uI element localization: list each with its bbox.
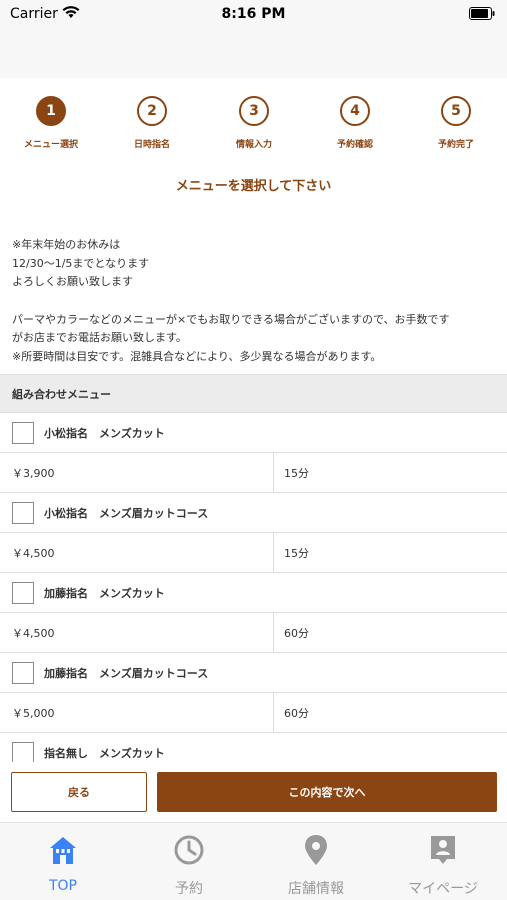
notice-line: 12/30〜1/5までとなります (12, 256, 150, 270)
map-pin-icon (305, 835, 327, 865)
navigation-bar (0, 30, 507, 78)
menu-name: 指名無し メンズカット (44, 746, 165, 760)
tab-label: TOP (48, 878, 77, 894)
clock-icon (174, 835, 204, 865)
menu-item[interactable]: 加藤指名 メンズカット (0, 573, 507, 613)
menu-duration: 60分 (284, 706, 309, 720)
menu-detail-row: ￥3,900 15分 (0, 453, 507, 493)
step-label: 情報入力 (235, 140, 272, 150)
step-4: 4 予約確認 (315, 96, 395, 150)
menu-checkbox[interactable] (12, 421, 34, 444)
section-header: 組み合わせメニュー (0, 374, 507, 413)
menu-item[interactable]: 加藤指名 メンズ眉カットコース (0, 653, 507, 693)
tab-bar: TOP 予約 店舗情報 マイページ (0, 822, 507, 900)
menu-detail-row: ￥5,000 60分 (0, 693, 507, 733)
page-title: メニューを選択して下さい (175, 179, 332, 194)
menu-duration: 60分 (284, 626, 309, 640)
notice-line: ※所要時間は目安です。混雑具合などにより、多少異なる場合があります。 (12, 349, 382, 363)
menu-price: ￥5,000 (0, 693, 274, 732)
step-5: 5 予約完了 (416, 96, 496, 150)
step-label: メニュー選択 (23, 140, 78, 150)
menu-duration: 15分 (284, 466, 309, 480)
tab-label: 予約 (175, 881, 203, 897)
menu-duration: 15分 (284, 546, 309, 560)
menu-detail-row: ￥4,500 60分 (0, 613, 507, 653)
step-label: 予約完了 (437, 140, 474, 150)
step-number: 1 (36, 96, 66, 126)
menu-name: 小松指名 メンズ眉カットコース (44, 506, 209, 520)
menu-price: ￥3,900 (0, 453, 274, 492)
notice-line: がお店までお電話お願い致します。 (12, 331, 187, 344)
menu-price: ￥4,500 (0, 533, 274, 572)
action-bar: 戻る この内容で次へ (0, 762, 507, 822)
notice-line: ※年末年始のお休みは (12, 238, 121, 251)
home-icon (50, 837, 76, 864)
menu-price: ￥4,500 (0, 613, 274, 652)
step-label: 日時指名 (133, 140, 170, 150)
menu-checkbox[interactable] (12, 741, 34, 762)
step-number: 3 (239, 96, 269, 126)
step-number: 5 (441, 96, 471, 126)
menu-item[interactable]: 指名無し メンズカット (0, 733, 507, 762)
menu-list[interactable]: 小松指名 メンズカット ￥3,900 15分 小松指名 メンズ眉カットコース ￥… (0, 413, 507, 762)
next-button[interactable]: この内容で次へ (157, 772, 497, 812)
tab-top[interactable]: TOP (0, 823, 126, 900)
menu-name: 小松指名 メンズカット (44, 426, 165, 440)
status-time: 8:16 PM (221, 6, 286, 22)
menu-item[interactable]: 小松指名 メンズカット (0, 413, 507, 453)
menu-checkbox[interactable] (12, 581, 34, 604)
menu-name: 加藤指名 メンズカット (44, 586, 165, 600)
step-indicator: 1 メニュー選択 2 日時指名 3 情報入力 4 予約確認 5 予約完了 (0, 96, 507, 156)
tab-label: 店舗情報 (288, 881, 344, 897)
notice-line: パーマやカラーなどのメニューが×でもお取りできる場合がございますので、お手数です (12, 312, 450, 326)
notice-line: よろしくお願い致します (12, 275, 133, 288)
menu-checkbox[interactable] (12, 661, 34, 684)
step-label: 予約確認 (336, 140, 373, 150)
menu-item[interactable]: 小松指名 メンズ眉カットコース (0, 493, 507, 533)
step-3: 3 情報入力 (214, 96, 294, 150)
menu-name: 加藤指名 メンズ眉カットコース (44, 666, 209, 680)
back-button[interactable]: 戻る (11, 772, 147, 812)
tab-mypage[interactable]: マイページ (380, 823, 506, 900)
status-bar: Carrier 8:16 PM (0, 0, 507, 30)
tab-store-info[interactable]: 店舗情報 (253, 823, 379, 900)
notice-text: ※年末年始のお休みは 12/30〜1/5までとなります よろしくお願い致します … (12, 236, 496, 366)
menu-checkbox[interactable] (12, 501, 34, 524)
step-number: 2 (137, 96, 167, 126)
profile-icon (431, 836, 455, 864)
battery-icon (469, 7, 495, 20)
menu-detail-row: ￥4,500 15分 (0, 533, 507, 573)
step-number: 4 (340, 96, 370, 126)
step-1: 1 メニュー選択 (11, 96, 91, 150)
step-2: 2 日時指名 (112, 96, 192, 150)
tab-label: マイページ (408, 881, 478, 897)
tab-reservation[interactable]: 予約 (126, 823, 252, 900)
